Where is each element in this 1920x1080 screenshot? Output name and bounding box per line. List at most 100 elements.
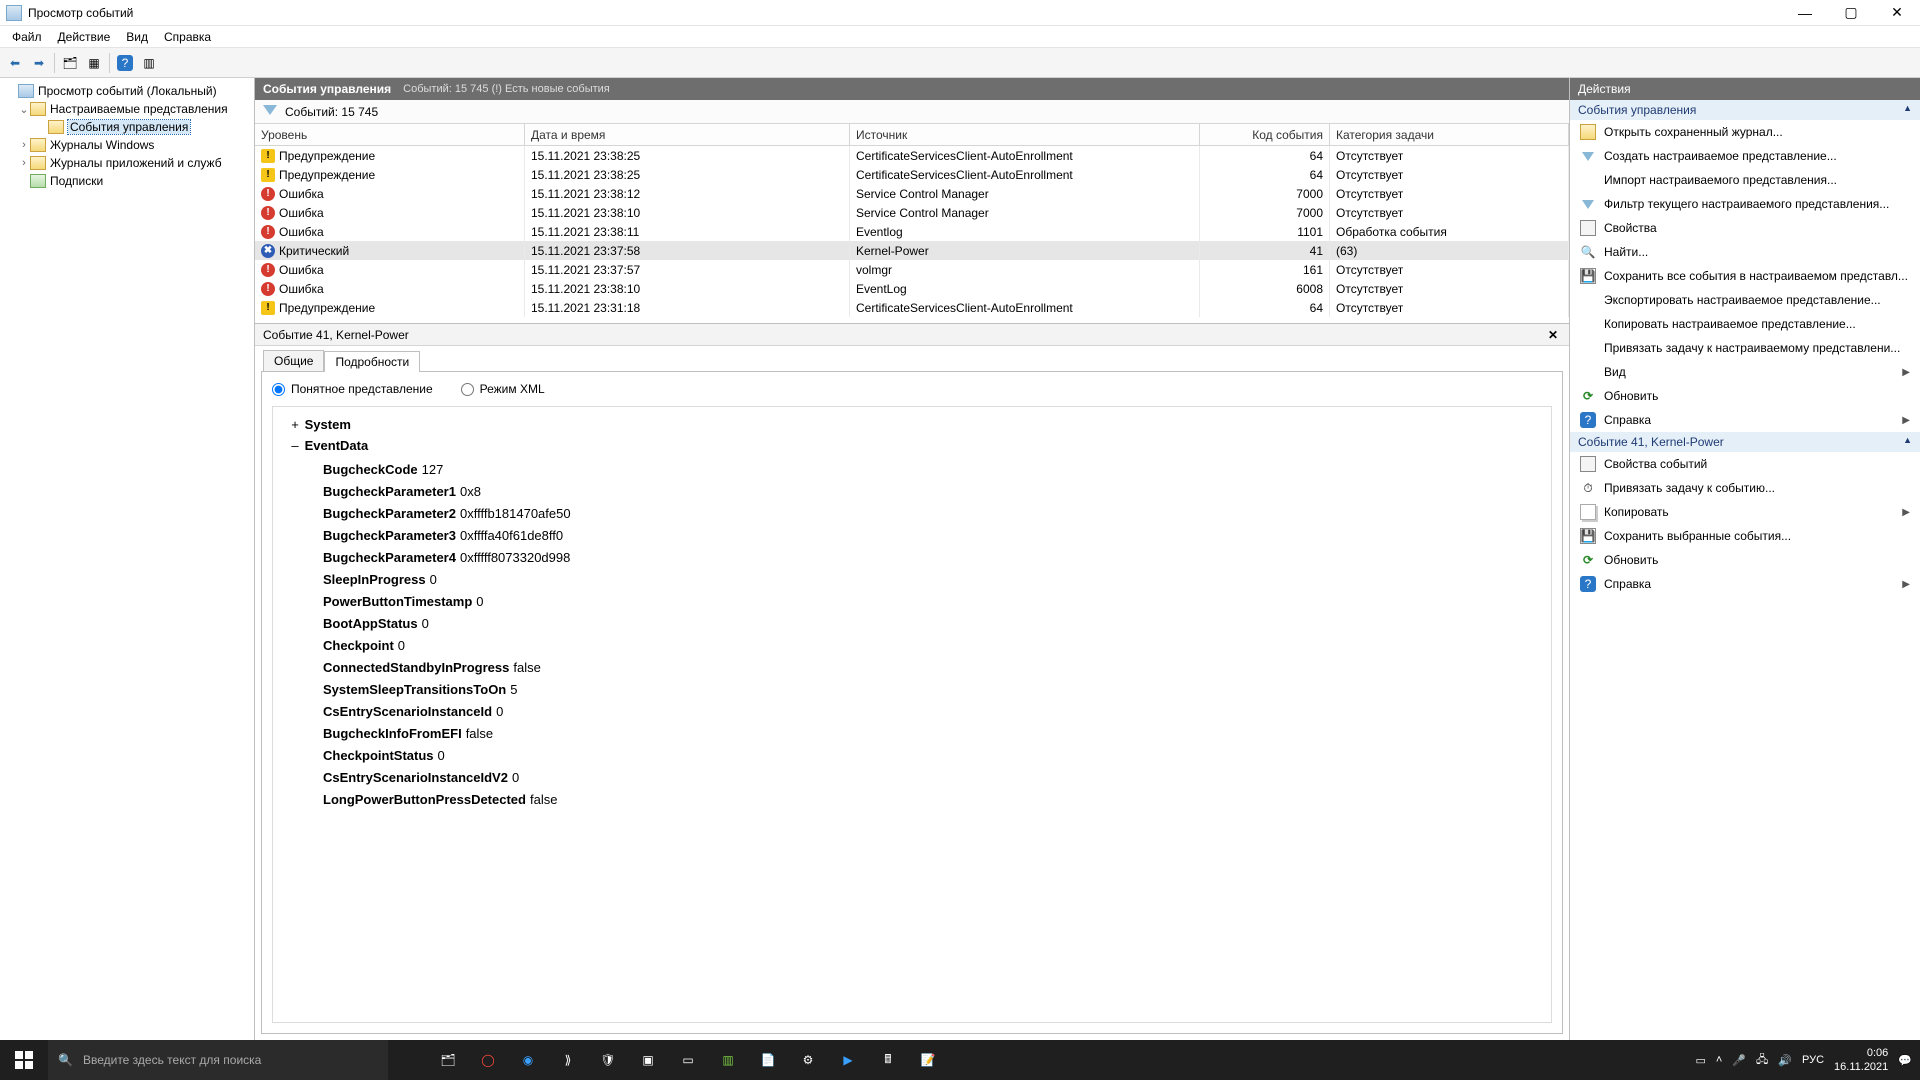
eventdata-node[interactable]: – EventData [289, 438, 1535, 453]
tray-lang[interactable]: РУС [1802, 1054, 1824, 1066]
help-button[interactable]: ? [114, 52, 136, 74]
tree-custom-views[interactable]: ⌄Настраиваемые представления [2, 100, 252, 118]
radio-friendly-input[interactable] [272, 383, 285, 396]
tree-app-logs[interactable]: ›Журналы приложений и служб [2, 154, 252, 172]
menu-action[interactable]: Действие [50, 28, 119, 46]
action-item[interactable]: Вид▶ [1570, 360, 1920, 384]
event-data-row: SleepInProgress0 [323, 569, 1535, 591]
event-data-view[interactable]: + System – EventData BugcheckCode127Bugc… [272, 406, 1552, 1023]
radio-xml[interactable]: Режим XML [461, 382, 545, 396]
task-icon[interactable]: ◉ [508, 1040, 548, 1080]
action-item[interactable]: Свойства [1570, 216, 1920, 240]
close-button[interactable]: ✕ [1874, 0, 1920, 26]
system-node[interactable]: + System [289, 417, 1535, 432]
action-item[interactable]: Импорт настраиваемого представления... [1570, 168, 1920, 192]
action-item[interactable]: 💾Сохранить все события в настраиваемом п… [1570, 264, 1920, 288]
tray-clock[interactable]: 0:06 16.11.2021 [1834, 1046, 1888, 1074]
tray-volume-icon[interactable]: 🔊 [1778, 1054, 1792, 1067]
forward-button[interactable]: ➡ [28, 52, 50, 74]
task-icon[interactable]: ◯ [468, 1040, 508, 1080]
action-item[interactable]: ⟳Обновить [1570, 548, 1920, 572]
toolbar-button-3[interactable]: ▥ [138, 52, 160, 74]
grid-body[interactable]: !Предупреждение15.11.2021 23:38:25Certif… [255, 146, 1569, 323]
table-row[interactable]: ✖Критический15.11.2021 23:37:58Kernel-Po… [255, 241, 1569, 260]
table-row[interactable]: !Предупреждение15.11.2021 23:38:25Certif… [255, 146, 1569, 165]
tree-admin-events[interactable]: События управления [2, 118, 252, 136]
tab-details[interactable]: Подробности [324, 351, 420, 372]
tree-subscriptions[interactable]: Подписки [2, 172, 252, 190]
col-source[interactable]: Источник [850, 124, 1200, 145]
table-row[interactable]: !Предупреждение15.11.2021 23:38:25Certif… [255, 165, 1569, 184]
toolbar-button-2[interactable]: ▦ [83, 52, 105, 74]
tray-notifications-icon[interactable]: 💬 [1898, 1054, 1912, 1067]
tab-general[interactable]: Общие [263, 350, 324, 371]
details-tab-body: Понятное представление Режим XML + Syste… [261, 371, 1563, 1034]
action-item[interactable]: ⏱Привязать задачу к событию... [1570, 476, 1920, 500]
system-tray[interactable]: ▭ ˄ 🎤 🖧 🔊 РУС 0:06 16.11.2021 💬 [1696, 1046, 1920, 1074]
details-tabs: Общие Подробности [255, 346, 1569, 371]
tray-network-icon[interactable]: 🖧 [1756, 1051, 1768, 1070]
toolbar: ⬅ ➡ 🗂 ▦ ? ▥ [0, 48, 1920, 78]
maximize-button[interactable]: ▢ [1828, 0, 1874, 26]
menu-file[interactable]: Файл [4, 28, 50, 46]
action-label: Вид [1604, 365, 1626, 379]
action-item[interactable]: ?Справка▶ [1570, 408, 1920, 432]
action-item[interactable]: ⟳Обновить [1570, 384, 1920, 408]
task-icon[interactable]: ▭ [668, 1040, 708, 1080]
task-icon[interactable]: ⚙ [788, 1040, 828, 1080]
tree-root[interactable]: Просмотр событий (Локальный) [2, 82, 252, 100]
col-level[interactable]: Уровень [255, 124, 525, 145]
back-button[interactable]: ⬅ [4, 52, 26, 74]
task-icon[interactable]: 📝 [908, 1040, 948, 1080]
tray-icon[interactable]: ▭ [1696, 1054, 1706, 1067]
task-icon[interactable]: 🖩 [868, 1040, 908, 1080]
tray-mic-icon[interactable]: 🎤 [1732, 1054, 1746, 1067]
event-data-row: BugcheckParameter30xffffa40f61de8ff0 [323, 525, 1535, 547]
save-icon: 💾 [1580, 528, 1596, 544]
actions-section-1[interactable]: События управления▲ [1570, 100, 1920, 120]
action-item[interactable]: Открыть сохраненный журнал... [1570, 120, 1920, 144]
start-button[interactable] [0, 1040, 48, 1080]
task-icon[interactable]: ▶ [828, 1040, 868, 1080]
help-icon: ? [1580, 412, 1596, 428]
table-row[interactable]: !Ошибка15.11.2021 23:38:11Eventlog1101Об… [255, 222, 1569, 241]
action-item[interactable]: 💾Сохранить выбранные события... [1570, 524, 1920, 548]
task-icon[interactable]: ⟫ [548, 1040, 588, 1080]
tree-pane[interactable]: Просмотр событий (Локальный) ⌄Настраивае… [0, 78, 255, 1040]
table-row[interactable]: !Предупреждение15.11.2021 23:31:18Certif… [255, 298, 1569, 317]
action-item[interactable]: Создать настраиваемое представление... [1570, 144, 1920, 168]
col-date[interactable]: Дата и время [525, 124, 850, 145]
tree-windows-logs[interactable]: ›Журналы Windows [2, 136, 252, 154]
radio-xml-input[interactable] [461, 383, 474, 396]
task-icon[interactable]: ▣ [628, 1040, 668, 1080]
col-id[interactable]: Код события [1200, 124, 1330, 145]
minimize-button[interactable]: — [1782, 0, 1828, 26]
table-row[interactable]: !Ошибка15.11.2021 23:38:10EventLog6008От… [255, 279, 1569, 298]
col-task[interactable]: Категория задачи [1330, 124, 1569, 145]
table-row[interactable]: !Ошибка15.11.2021 23:38:10Service Contro… [255, 203, 1569, 222]
action-item[interactable]: 🔍Найти... [1570, 240, 1920, 264]
task-icon[interactable]: 🛡 [588, 1040, 628, 1080]
table-row[interactable]: !Ошибка15.11.2021 23:37:57volmgr161Отсут… [255, 260, 1569, 279]
action-item[interactable]: Привязать задачу к настраиваемому предст… [1570, 336, 1920, 360]
task-icon[interactable]: 📄 [748, 1040, 788, 1080]
toolbar-separator [109, 53, 110, 73]
tray-chevron-icon[interactable]: ˄ [1716, 1054, 1722, 1066]
taskbar-search[interactable]: 🔍 Введите здесь текст для поиска [48, 1040, 388, 1080]
menu-view[interactable]: Вид [118, 28, 156, 46]
task-icon[interactable]: 🗂 [428, 1040, 468, 1080]
action-item[interactable]: Копировать▶ [1570, 500, 1920, 524]
grid-header[interactable]: Уровень Дата и время Источник Код событи… [255, 124, 1569, 146]
task-icon[interactable]: ▥ [708, 1040, 748, 1080]
actions-section-2[interactable]: Событие 41, Kernel-Power▲ [1570, 432, 1920, 452]
menu-help[interactable]: Справка [156, 28, 219, 46]
details-close-button[interactable]: ✕ [1545, 327, 1561, 343]
action-item[interactable]: Экспортировать настраиваемое представлен… [1570, 288, 1920, 312]
action-item[interactable]: ?Справка▶ [1570, 572, 1920, 596]
action-item[interactable]: Фильтр текущего настраиваемого представл… [1570, 192, 1920, 216]
radio-friendly[interactable]: Понятное представление [272, 382, 433, 396]
action-item[interactable]: Копировать настраиваемое представление..… [1570, 312, 1920, 336]
show-tree-button[interactable]: 🗂 [59, 52, 81, 74]
action-item[interactable]: Свойства событий [1570, 452, 1920, 476]
table-row[interactable]: !Ошибка15.11.2021 23:38:12Service Contro… [255, 184, 1569, 203]
